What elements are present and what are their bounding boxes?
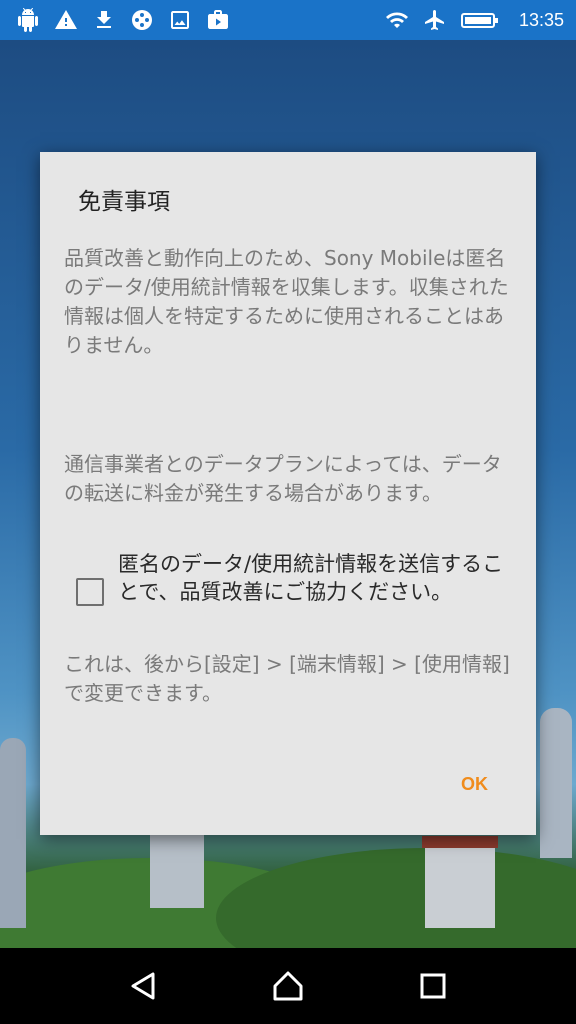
send-usage-data-option[interactable]: 匿名のデータ/使用統計情報を送信することで、品質改善にご協力ください。 (70, 550, 514, 606)
send-usage-data-checkbox[interactable] (76, 578, 104, 606)
home-button[interactable] (266, 964, 310, 1008)
privacy-paragraph: 品質改善と動作向上のため、Sony Mobileは匿名のデータ/使用統計情報を収… (64, 246, 509, 357)
wallpaper-tower (0, 738, 26, 928)
back-button[interactable] (121, 964, 165, 1008)
android-icon (16, 8, 40, 32)
briefcase-icon (206, 8, 230, 32)
dialog-title: 免責事項 (78, 189, 170, 215)
send-usage-data-label[interactable]: 匿名のデータ/使用統計情報を送信することで、品質改善にご協力ください。 (118, 550, 510, 606)
image-icon (168, 8, 192, 32)
settings-hint-paragraph: これは、後から[設定] > [端末情報] > [使用情報]で変更できます。 (64, 652, 510, 705)
wifi-icon (385, 8, 409, 32)
disclaimer-dialog: 免責事項 品質改善と動作向上のため、Sony Mobileは匿名のデータ/使用統… (40, 152, 536, 835)
navigation-bar (0, 948, 576, 1024)
data-plan-paragraph: 通信事業者とのデータプランによっては、データの転送に料金が発生する場合があります… (64, 452, 502, 505)
wallpaper-tower (540, 708, 572, 858)
back-icon (131, 972, 155, 1000)
wallpaper-hill (216, 848, 576, 948)
clock: 13:35 (518, 9, 564, 30)
status-bar: 13:35 (0, 0, 576, 40)
wallpaper-roof (422, 836, 498, 848)
ok-button[interactable]: OK (453, 768, 496, 801)
warning-icon (54, 8, 78, 32)
battery-icon (460, 8, 499, 32)
airplane-icon (423, 8, 447, 32)
wallpaper-house (425, 848, 495, 928)
film-reel-icon (130, 8, 154, 32)
recents-icon (420, 973, 446, 999)
home-icon (273, 971, 303, 1001)
recents-button[interactable] (411, 964, 455, 1008)
download-icon (92, 8, 116, 32)
system-status: 13:35 (385, 8, 564, 32)
notification-icons (16, 8, 230, 32)
